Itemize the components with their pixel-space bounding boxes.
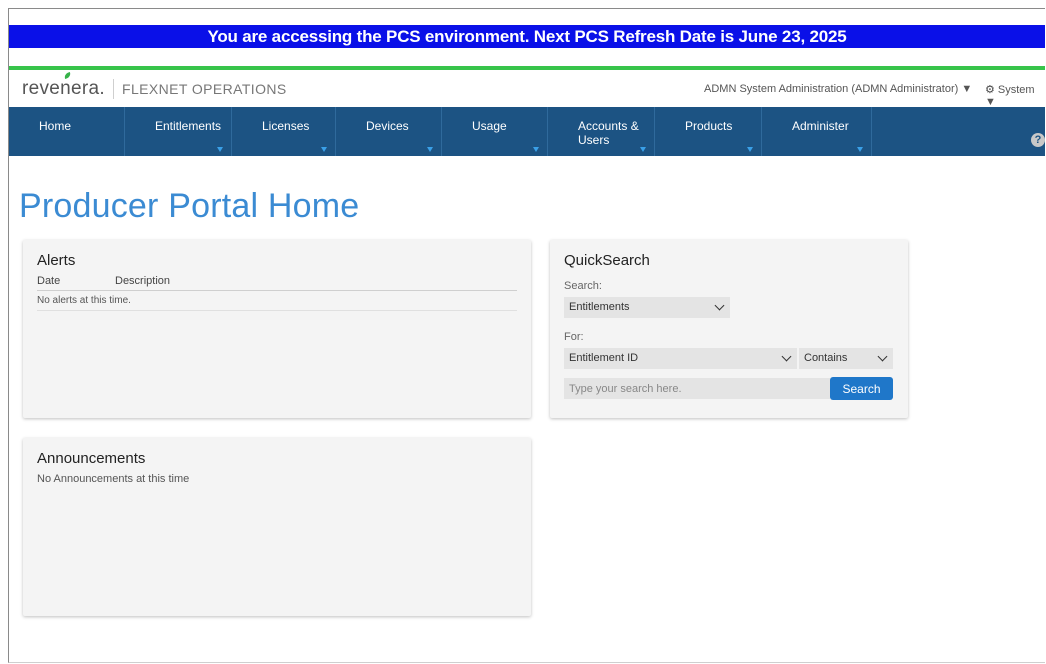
product-name: FLEXNET OPERATIONS (122, 81, 287, 97)
caret-down-icon (427, 147, 433, 152)
nav-label: Accounts & (578, 119, 639, 133)
match-type-value: Contains (804, 352, 848, 364)
revenera-logo[interactable]: revenera. (22, 78, 105, 100)
nav-administer[interactable]: Administer (762, 107, 872, 156)
nav-products[interactable]: Products (655, 107, 762, 156)
nav-label: Administer (792, 119, 849, 133)
nav-licenses[interactable]: Licenses (232, 107, 336, 156)
search-label: Search: (564, 280, 602, 292)
column-header-date[interactable]: Date (37, 275, 60, 287)
caret-down-icon (747, 147, 753, 152)
nav-label: Usage (472, 119, 507, 133)
alerts-panel: Alerts Date Description No alerts at thi… (23, 240, 531, 418)
nav-label: Licenses (262, 119, 310, 133)
brand-bar: revenera. FLEXNET OPERATIONS ADMN System… (9, 70, 1045, 108)
search-field-select[interactable]: Entitlement ID (564, 348, 797, 369)
search-type-value: Entitlements (569, 301, 630, 313)
announcements-empty-text: No Announcements at this time (37, 473, 190, 485)
row-divider (37, 310, 517, 311)
announcements-panel: Announcements No Announcements at this t… (23, 438, 531, 616)
announcements-title: Announcements (37, 450, 146, 467)
nav-label: Home (39, 119, 72, 133)
brand-separator (113, 79, 114, 99)
main-nav: Home Entitlements Licenses Devices Usage… (9, 107, 1045, 156)
for-label: For: (564, 331, 584, 343)
caret-down-icon (321, 147, 327, 152)
search-field-value: Entitlement ID (569, 352, 639, 364)
match-type-select[interactable]: Contains (799, 348, 893, 369)
search-button[interactable]: Search (830, 377, 893, 400)
gear-icon: ⚙ (985, 84, 995, 96)
nav-accounts-users[interactable]: Accounts & Users (548, 107, 655, 156)
quicksearch-title: QuickSearch (564, 252, 650, 269)
user-menu[interactable]: ADMN System Administration (ADMN Adminis… (704, 83, 972, 95)
nav-usage[interactable]: Usage (442, 107, 548, 156)
nav-label: Entitlements (155, 119, 222, 133)
caret-down-icon (217, 147, 223, 152)
caret-down-icon (640, 147, 646, 152)
chevron-down-icon (877, 351, 888, 362)
nav-label: Products (685, 119, 733, 133)
nav-label: Devices (366, 119, 409, 133)
page-title: Producer Portal Home (19, 187, 360, 225)
alerts-empty-text: No alerts at this time. (37, 295, 131, 306)
alerts-title: Alerts (37, 252, 76, 269)
caret-down-icon (533, 147, 539, 152)
app-frame: You are accessing the PCS environment. N… (8, 8, 1045, 663)
chevron-down-icon (714, 300, 725, 311)
chevron-down-icon (781, 351, 792, 362)
environment-banner: You are accessing the PCS environment. N… (9, 25, 1045, 48)
system-menu[interactable]: ⚙ System ▼ (985, 83, 1045, 108)
nav-devices[interactable]: Devices (336, 107, 442, 156)
quicksearch-panel: QuickSearch Search: Entitlements For: En… (550, 240, 908, 418)
help-icon[interactable]: ? (1031, 133, 1045, 147)
search-input[interactable] (564, 378, 830, 399)
header-divider (37, 290, 517, 291)
column-header-description[interactable]: Description (115, 275, 170, 287)
nav-label-line2: Users (578, 133, 610, 147)
caret-down-icon (857, 147, 863, 152)
nav-home[interactable]: Home (9, 107, 125, 156)
nav-entitlements[interactable]: Entitlements (125, 107, 232, 156)
search-type-select[interactable]: Entitlements (564, 297, 730, 318)
